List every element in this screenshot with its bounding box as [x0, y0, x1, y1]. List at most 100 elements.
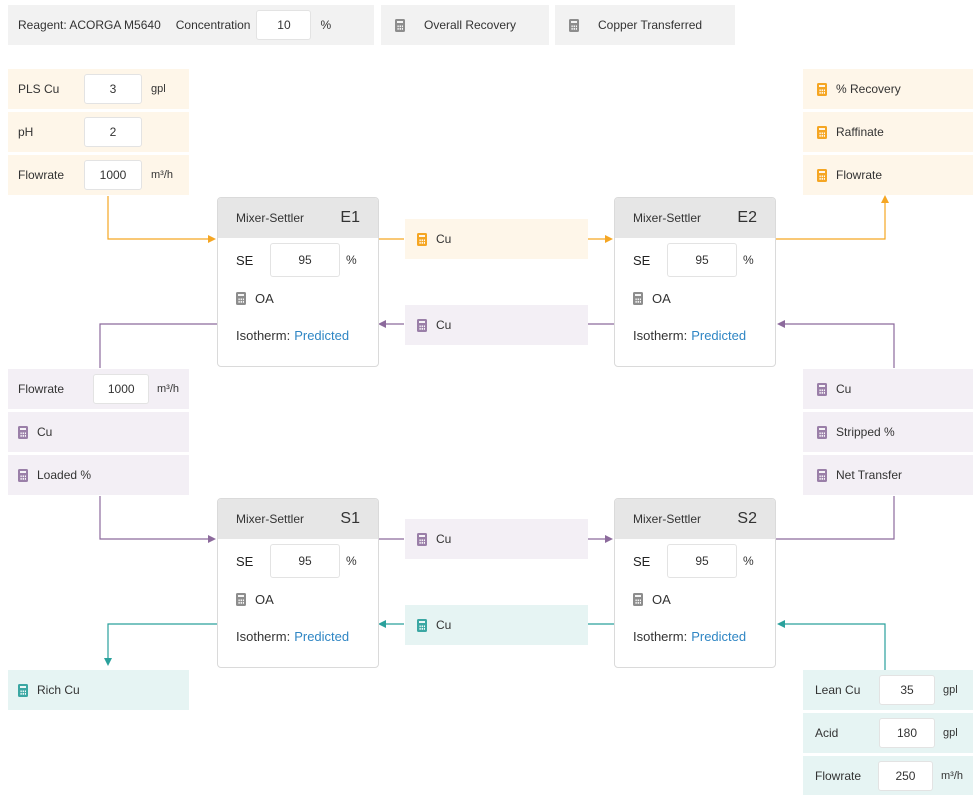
- lean-cu-row: Lean Cu 35 gpl: [803, 670, 973, 710]
- raffinate-flowrate-label: Flowrate: [836, 168, 883, 182]
- concentration-label: Concentration: [175, 18, 251, 32]
- se-label: SE: [236, 553, 254, 569]
- lean-acid-label: Acid: [815, 726, 839, 740]
- mixer-settler-e1: Mixer-Settler E1 SE 95% OA Isotherm: Predic…: [217, 197, 379, 367]
- s1-isotherm-link[interactable]: Predicted: [294, 629, 349, 644]
- s1-oa-output[interactable]: OA: [218, 583, 378, 615]
- oa-label: OA: [652, 591, 671, 607]
- e1-se-input[interactable]: 95: [270, 243, 340, 277]
- calculator-icon: [417, 618, 427, 632]
- se-unit: %: [743, 554, 754, 568]
- stream-e2-e1-label: Cu: [436, 318, 452, 332]
- se-unit: %: [346, 253, 357, 267]
- lean-cu-unit: gpl: [943, 684, 958, 696]
- stripped-cu-label: Cu: [836, 382, 852, 396]
- pls-cu-label: PLS Cu: [18, 82, 60, 96]
- recovery-label: % Recovery: [836, 82, 901, 96]
- stripped-percent-output[interactable]: Stripped %: [803, 412, 973, 452]
- stream-s2-s1-label: Cu: [436, 618, 452, 632]
- raffinate-flowrate-output[interactable]: Flowrate: [803, 155, 973, 195]
- se-label: SE: [236, 252, 254, 268]
- stripped-cu-output[interactable]: Cu: [803, 369, 973, 409]
- loaded-flowrate-label: Flowrate: [18, 382, 65, 396]
- pls-cu-input[interactable]: 3: [84, 74, 142, 104]
- e1-isotherm-link[interactable]: Predicted: [294, 328, 349, 343]
- loaded-flowrate-unit: m³/h: [157, 383, 179, 395]
- pls-flowrate-input[interactable]: 1000: [84, 160, 142, 190]
- calculator-icon: [633, 592, 643, 606]
- pls-ph-input[interactable]: 2: [84, 117, 142, 147]
- calculator-icon: [18, 683, 28, 697]
- s2-se-input[interactable]: 95: [667, 544, 737, 578]
- s2-oa-output[interactable]: OA: [615, 583, 775, 615]
- rich-cu-label: Rich Cu: [37, 683, 80, 697]
- lean-cu-label: Lean Cu: [815, 683, 861, 697]
- calculator-icon: [569, 18, 579, 32]
- pls-cu-unit: gpl: [151, 83, 166, 95]
- isotherm-label: Isotherm:: [633, 628, 688, 644]
- loaded-percent-label: Loaded %: [37, 468, 92, 482]
- oa-label: OA: [652, 290, 671, 306]
- lean-flowrate-row: Flowrate 250 m³/h: [803, 756, 973, 795]
- loaded-flowrate-input[interactable]: 1000: [93, 374, 149, 404]
- settler-title: Mixer-Settler: [236, 211, 305, 225]
- lean-acid-input[interactable]: 180: [879, 718, 935, 748]
- oa-label: OA: [255, 290, 274, 306]
- stream-e1-e2-label: Cu: [436, 232, 452, 246]
- pls-flowrate-label: Flowrate: [18, 168, 65, 182]
- raffinate-output[interactable]: Raffinate: [803, 112, 973, 152]
- settler-id: E1: [340, 209, 360, 226]
- concentration-input[interactable]: 10: [256, 10, 312, 40]
- reagent-label: Reagent: ACORGA M5640: [18, 18, 161, 32]
- se-label: SE: [633, 252, 651, 268]
- calculator-icon: [633, 291, 643, 305]
- s2-isotherm-link[interactable]: Predicted: [691, 629, 746, 644]
- lean-flowrate-input[interactable]: 250: [877, 760, 933, 791]
- calculator-icon: [417, 232, 427, 246]
- stream-s1-s2-cu[interactable]: Cu: [405, 519, 588, 559]
- lean-flowrate-unit: m³/h: [941, 769, 963, 782]
- isotherm-label: Isotherm:: [236, 327, 291, 343]
- raffinate-label: Raffinate: [836, 125, 884, 139]
- recovery-output[interactable]: % Recovery: [803, 69, 973, 109]
- settler-id: S2: [737, 510, 757, 527]
- mixer-settler-s2: Mixer-Settler S2 SE 95% OA Isotherm: Predic…: [614, 498, 776, 668]
- se-unit: %: [743, 253, 754, 267]
- overall-recovery-button[interactable]: Overall Recovery: [381, 5, 549, 45]
- se-unit: %: [346, 554, 357, 568]
- e2-oa-output[interactable]: OA: [615, 282, 775, 314]
- stripped-percent-label: Stripped %: [836, 425, 895, 439]
- stream-s2-s1-cu[interactable]: Cu: [405, 605, 588, 645]
- s1-se-input[interactable]: 95: [270, 544, 340, 578]
- rich-cu-output[interactable]: Rich Cu: [8, 670, 189, 710]
- settler-title: Mixer-Settler: [633, 211, 702, 225]
- se-label: SE: [633, 553, 651, 569]
- stream-e1-e2-cu[interactable]: Cu: [405, 219, 588, 259]
- loaded-flowrate-row: Flowrate 1000 m³/h: [8, 369, 189, 409]
- calculator-icon: [18, 425, 28, 439]
- e2-se-input[interactable]: 95: [667, 243, 737, 277]
- settler-id: E2: [737, 209, 757, 226]
- mixer-settler-e2: Mixer-Settler E2 SE 95% OA Isotherm: Predic…: [614, 197, 776, 367]
- e1-oa-output[interactable]: OA: [218, 282, 378, 314]
- pls-flowrate-unit: m³/h: [151, 169, 173, 181]
- copper-transferred-button[interactable]: Copper Transferred: [555, 5, 735, 45]
- settler-id: S1: [340, 510, 360, 527]
- stream-e2-e1-cu[interactable]: Cu: [405, 305, 588, 345]
- overall-recovery-label: Overall Recovery: [424, 18, 517, 32]
- calculator-icon: [817, 168, 827, 182]
- pls-ph-label: pH: [18, 125, 34, 139]
- loaded-cu-output[interactable]: Cu: [8, 412, 189, 452]
- lean-cu-input[interactable]: 35: [879, 675, 935, 705]
- e2-isotherm-link[interactable]: Predicted: [691, 328, 746, 343]
- net-transfer-output[interactable]: Net Transfer: [803, 455, 973, 495]
- isotherm-label: Isotherm:: [236, 628, 291, 644]
- calculator-icon: [817, 82, 827, 96]
- calculator-icon: [417, 318, 427, 332]
- calculator-icon: [236, 592, 246, 606]
- pls-flowrate-row: Flowrate 1000 m³/h: [8, 155, 189, 195]
- lean-acid-row: Acid 180 gpl: [803, 713, 973, 753]
- reagent-bar: Reagent: ACORGA M5640 Concentration 10 %: [8, 5, 374, 45]
- calculator-icon: [417, 532, 427, 546]
- loaded-percent-output[interactable]: Loaded %: [8, 455, 189, 495]
